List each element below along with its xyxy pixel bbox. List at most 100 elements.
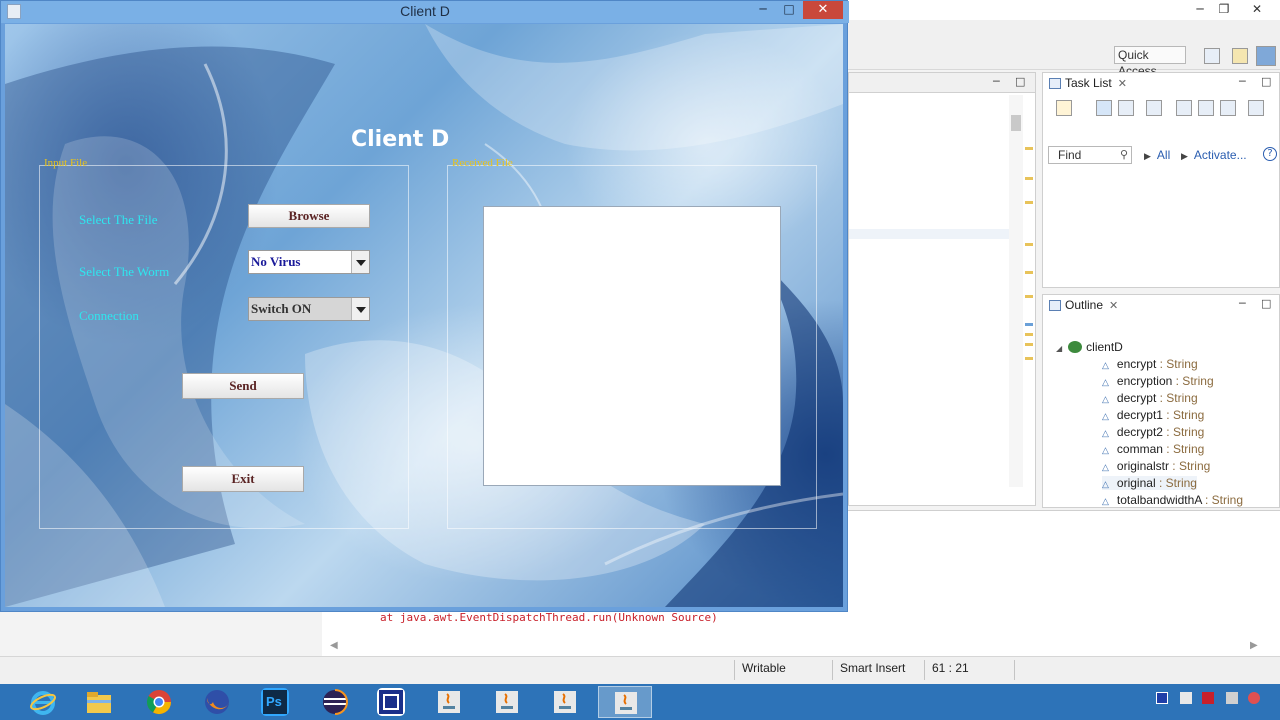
firefox-icon[interactable] (190, 686, 244, 718)
outline-field[interactable]: △ totalbandwidthA : String (1102, 493, 1243, 507)
quick-access-field[interactable]: Quick Access (1114, 46, 1186, 78)
filter-all-link[interactable]: ▶ All (1144, 148, 1170, 162)
collapse-all-icon[interactable] (1220, 100, 1236, 116)
java-icon-active[interactable] (598, 686, 652, 718)
ruler-mark[interactable] (1025, 177, 1033, 180)
panel-minimize-icon[interactable]: ─ (1239, 297, 1246, 310)
input-file-group-title: Input File (44, 157, 88, 169)
photoshop-icon[interactable]: Ps (248, 686, 302, 718)
eclipse-maximize-button[interactable]: ❐ (1214, 2, 1234, 16)
browse-button[interactable]: Browse (248, 204, 370, 228)
java-glyph (615, 692, 637, 714)
client-minimize-button[interactable]: ─ (753, 1, 773, 19)
tab-outline[interactable]: Outline ✕ (1043, 295, 1126, 317)
received-file-textarea[interactable] (483, 206, 781, 486)
ruler-mark[interactable] (1025, 357, 1033, 360)
search-icon[interactable]: ⚲ (1120, 147, 1128, 163)
java-icon[interactable] (538, 686, 592, 718)
perspective-icon[interactable] (1204, 48, 1220, 64)
ruler-mark[interactable] (1025, 295, 1033, 298)
worm-select[interactable]: No Virus (248, 250, 370, 274)
ruler-mark[interactable] (1025, 323, 1033, 326)
ruler-mark[interactable] (1025, 147, 1033, 150)
close-icon[interactable]: ✕ (1118, 78, 1127, 90)
outline-field[interactable]: △ comman : String (1102, 442, 1204, 456)
outline-root-node[interactable]: ◢ clientD (1056, 340, 1123, 354)
ruler-mark[interactable] (1025, 343, 1033, 346)
task-list-title: Task List (1065, 76, 1112, 90)
ruler-mark[interactable] (1025, 271, 1033, 274)
eclipse-close-button[interactable]: ✕ (1242, 2, 1272, 16)
internet-explorer-icon[interactable] (16, 686, 70, 718)
schedule-icon[interactable] (1118, 100, 1134, 116)
outline-field[interactable]: △ encrypt : String (1102, 357, 1198, 371)
client-titlebar[interactable]: Client D ─ □ ✕ (1, 1, 849, 23)
debug-perspective-icon[interactable] (1256, 46, 1276, 66)
outline-field[interactable]: △ decrypt2 : String (1102, 425, 1204, 439)
java-perspective-icon[interactable] (1232, 48, 1248, 64)
tray-notification-icon[interactable] (1248, 692, 1260, 704)
view-menu-icon[interactable] (1248, 100, 1264, 116)
client-maximize-button[interactable]: □ (779, 1, 799, 19)
client-close-button[interactable]: ✕ (803, 1, 843, 19)
help-icon[interactable]: ? (1263, 147, 1277, 161)
ruler-mark[interactable] (1025, 243, 1033, 246)
chevron-left-icon[interactable]: ◀ (330, 640, 338, 651)
status-insert-mode: Smart Insert (840, 661, 906, 675)
chevron-down-icon[interactable] (351, 298, 369, 320)
console-hscrollbar[interactable]: ◀ ▶ (322, 640, 1266, 654)
ruler-mark[interactable] (1025, 333, 1033, 336)
field-name: decrypt1 (1116, 408, 1163, 422)
field-name: comman (1116, 442, 1163, 456)
chevron-down-icon[interactable] (351, 251, 369, 273)
editor-scrollbar[interactable] (1009, 95, 1023, 487)
tray-network-icon[interactable] (1180, 692, 1192, 704)
field-type: : String (1205, 493, 1244, 507)
chrome-icon[interactable] (132, 686, 186, 718)
eclipse-icon[interactable] (308, 686, 362, 718)
java-icon[interactable] (480, 686, 534, 718)
ruler-mark[interactable] (1025, 201, 1033, 204)
eclipse-minimize-button[interactable]: ─ (1190, 2, 1210, 16)
panel-maximize-icon[interactable]: □ (1261, 75, 1271, 88)
exit-button[interactable]: Exit (182, 466, 304, 492)
filter-all-label: All (1156, 148, 1171, 162)
connection-select[interactable]: Switch ON (248, 297, 370, 321)
tray-security-icon[interactable] (1202, 692, 1214, 704)
tray-app-icon[interactable] (1156, 692, 1168, 704)
field-type: : String (1158, 476, 1197, 490)
tab-task-list[interactable]: Task List ✕ (1043, 73, 1135, 95)
outline-icon (1049, 300, 1061, 311)
outline-field[interactable]: △ originalstr : String (1102, 459, 1210, 473)
outline-field[interactable]: △ decrypt1 : String (1102, 408, 1204, 422)
synchronize-icon[interactable] (1198, 100, 1214, 116)
field-icon: △ (1102, 428, 1109, 438)
java-icon[interactable] (422, 686, 476, 718)
editor-scroll-thumb[interactable] (1011, 115, 1021, 131)
chevron-right-icon[interactable]: ▶ (1250, 640, 1258, 651)
tray-volume-icon[interactable] (1226, 692, 1238, 704)
editor-minimize-icon[interactable]: ─ (993, 75, 1000, 88)
file-explorer-icon[interactable] (72, 686, 126, 718)
send-button[interactable]: Send (182, 373, 304, 399)
focus-icon[interactable] (1146, 100, 1162, 116)
app-icon[interactable] (364, 686, 418, 718)
outline-field[interactable]: △ encryption : String (1102, 374, 1214, 388)
task-find-input[interactable]: Find ⚲ (1048, 146, 1132, 164)
status-divider (924, 660, 925, 680)
activate-link[interactable]: ▶ Activate... (1181, 148, 1247, 162)
new-task-icon[interactable] (1056, 100, 1072, 116)
expand-triangle-icon[interactable]: ◢ (1056, 344, 1062, 353)
panel-maximize-icon[interactable]: □ (1261, 297, 1271, 310)
outline-field[interactable]: △ decrypt : String (1102, 391, 1198, 405)
field-type: : String (1159, 357, 1198, 371)
outline-scrollbar[interactable] (1262, 352, 1276, 508)
field-name: decrypt (1116, 391, 1157, 405)
editor-maximize-icon[interactable]: □ (1015, 75, 1025, 88)
outline-field-selected[interactable]: △ original : String (1102, 476, 1197, 490)
categorize-icon[interactable] (1096, 100, 1112, 116)
find-placeholder: Find (1058, 148, 1082, 162)
panel-minimize-icon[interactable]: ─ (1239, 75, 1246, 88)
close-icon[interactable]: ✕ (1109, 300, 1118, 312)
hide-completed-icon[interactable] (1176, 100, 1192, 116)
